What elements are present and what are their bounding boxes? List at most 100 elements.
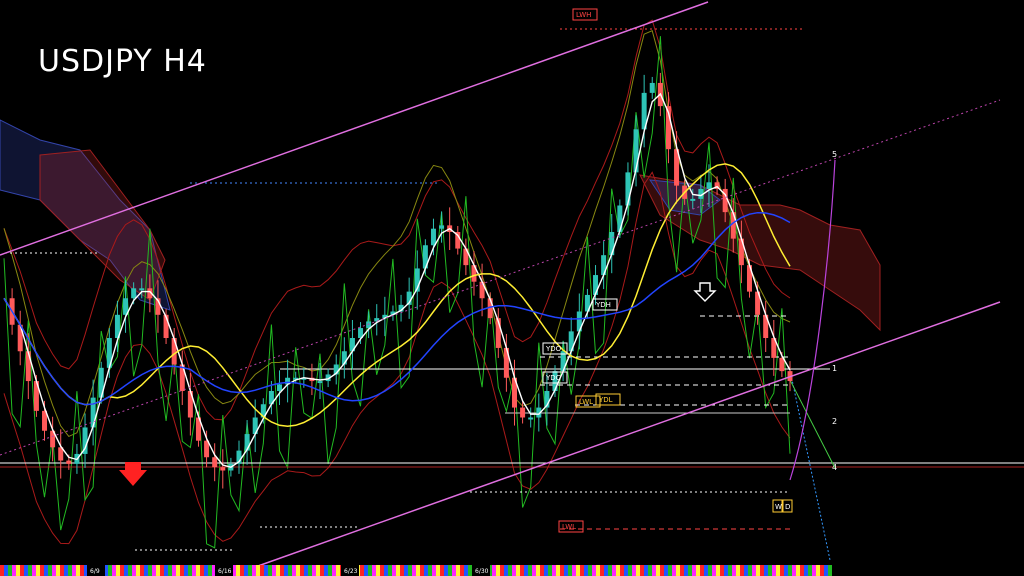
session-cell (36, 565, 40, 576)
session-cell (52, 565, 56, 576)
candle-body (220, 467, 226, 471)
session-cell (372, 565, 376, 576)
projection-purple (789, 159, 836, 481)
session-cell (384, 565, 388, 576)
session-cell (252, 565, 256, 576)
session-cell (260, 565, 264, 576)
session-cell (708, 565, 712, 576)
session-cell (508, 565, 512, 576)
session-cell (816, 565, 820, 576)
session-cell (8, 565, 12, 576)
session-cell (672, 565, 676, 576)
session-cell (268, 565, 272, 576)
session-cell (452, 565, 456, 576)
session-cell (712, 565, 716, 576)
session-cell (140, 565, 144, 576)
session-cell (540, 565, 544, 576)
session-cell (72, 565, 76, 576)
session-cell (288, 565, 292, 576)
session-cell (132, 565, 136, 576)
session-cell (200, 565, 204, 576)
session-cell (548, 565, 552, 576)
session-cell (404, 565, 408, 576)
session-cell (732, 565, 736, 576)
session-cell (756, 565, 760, 576)
candle-body (520, 407, 526, 418)
session-cell (696, 565, 700, 576)
session-cell (624, 565, 628, 576)
session-cell (284, 565, 288, 576)
session-cell (596, 565, 600, 576)
session-cell (60, 565, 64, 576)
candle-body (617, 205, 623, 232)
session-cell (572, 565, 576, 576)
session-cell (496, 565, 500, 576)
session-cell (144, 565, 148, 576)
session-cell (724, 565, 728, 576)
session-cell (752, 565, 756, 576)
session-cell (552, 565, 556, 576)
session-cell (64, 565, 68, 576)
session-cell (536, 565, 540, 576)
session-cell (32, 565, 36, 576)
session-cell (76, 565, 80, 576)
session-cell (808, 565, 812, 576)
session-cell (24, 565, 28, 576)
session-cell (720, 565, 724, 576)
session-cell (460, 565, 464, 576)
envelope-bands (3, 19, 791, 549)
level-number-0: 1 (832, 364, 837, 373)
level-label-6: LWL (562, 523, 576, 531)
session-cell (680, 565, 684, 576)
session-cell (328, 565, 332, 576)
session-cell (656, 565, 660, 576)
session-cell (164, 565, 168, 576)
candle-body (430, 228, 436, 246)
session-cell (820, 565, 824, 576)
session-cell (768, 565, 772, 576)
session-cell (360, 565, 364, 576)
session-cell (408, 565, 412, 576)
session-cell (308, 565, 312, 576)
session-cell (728, 565, 732, 576)
session-cell (564, 565, 568, 576)
session-cell (736, 565, 740, 576)
session-cell (464, 565, 468, 576)
session-cell (716, 565, 720, 576)
session-strip: 6/9 6/16 6/23 6/30 (0, 565, 832, 576)
chart-stage: LWH YDH YDO YDC YDL LWL LWL 1 2 4 5 W D 6/9 6/16 6/23 6… (0, 0, 1024, 576)
session-cell (812, 565, 816, 576)
session-cell (444, 565, 448, 576)
session-cell (636, 565, 640, 576)
session-cell (388, 565, 392, 576)
session-cell (600, 565, 604, 576)
price-chart: LWHYDHYDOYDCYDLLWLLWL1245W D 6/9 6/16 6/23 6… (0, 1, 1024, 576)
session-cell (324, 565, 328, 576)
session-cell (180, 565, 184, 576)
session-cell (440, 565, 444, 576)
session-cell (764, 565, 768, 576)
session-cell (684, 565, 688, 576)
candle-body (706, 182, 712, 189)
session-cell (332, 565, 336, 576)
session-cell (80, 565, 84, 576)
session-cell (396, 565, 400, 576)
session-cell (612, 565, 616, 576)
session-cell (304, 565, 308, 576)
session-cell (448, 565, 452, 576)
session-cell (688, 565, 692, 576)
session-cell (320, 565, 324, 576)
session-cell (240, 565, 244, 576)
session-cell (608, 565, 612, 576)
session-cell (296, 565, 300, 576)
candle-body (277, 384, 283, 391)
date-label-2: 6/23 (344, 568, 358, 575)
session-cell (192, 565, 196, 576)
level-label-1: YDH (595, 301, 611, 309)
session-cell (632, 565, 636, 576)
session-cell (116, 565, 120, 576)
candle-body (25, 351, 31, 382)
session-cell (204, 565, 208, 576)
session-cell (604, 565, 608, 576)
session-cell (172, 565, 176, 576)
